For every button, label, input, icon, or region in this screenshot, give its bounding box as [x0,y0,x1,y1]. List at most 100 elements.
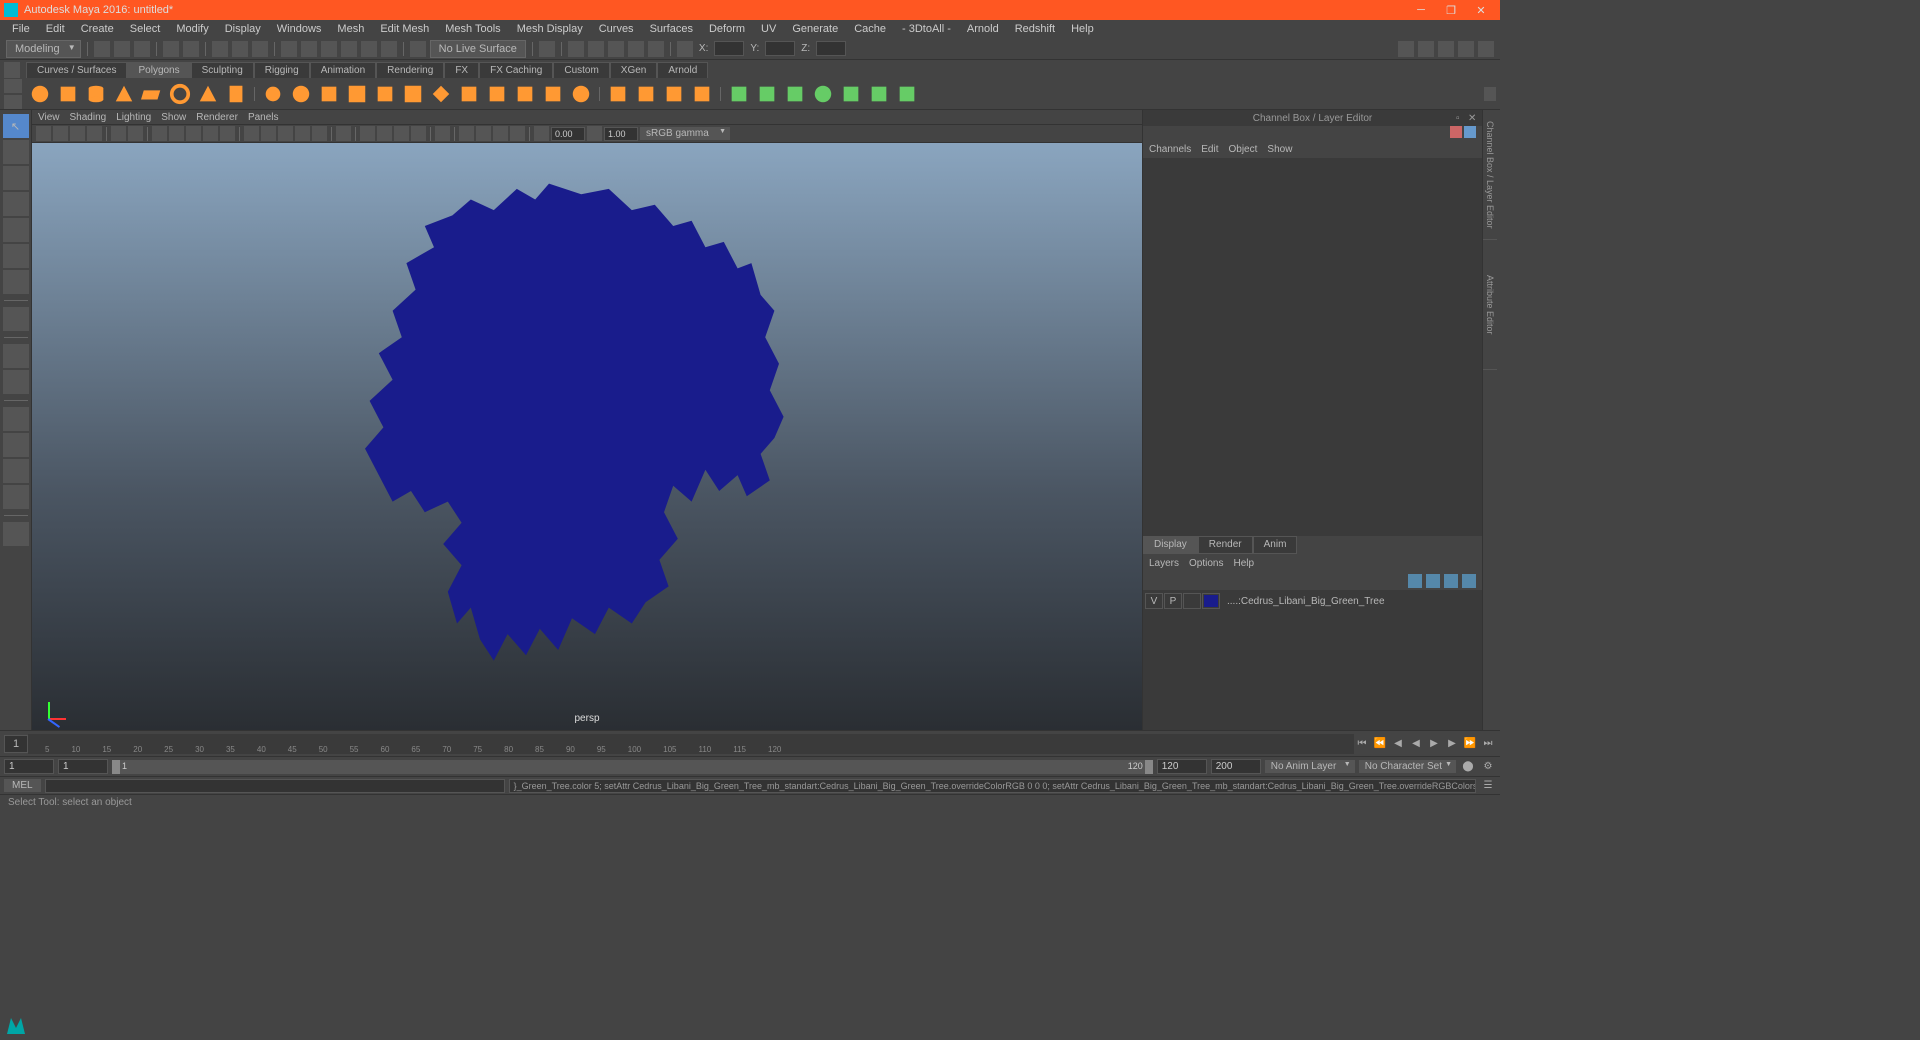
layout-two-v-icon[interactable] [3,433,29,457]
shadows-icon[interactable] [312,126,327,141]
range-track[interactable]: 1 120 [112,760,1153,774]
menu-edit[interactable]: Edit [40,21,71,37]
panel-menu-renderer[interactable]: Renderer [196,112,238,123]
tool-settings-icon[interactable] [1438,41,1454,57]
planar-icon[interactable] [755,82,779,106]
isolate-select-icon[interactable] [336,126,351,141]
step-forward-key-button[interactable]: ⏩ [1462,736,1478,752]
time-slider-track[interactable]: 5101520253035404550556065707580859095100… [28,734,1354,754]
anim-layer-dropdown[interactable]: No Anim Layer [1265,760,1355,773]
menu-generate[interactable]: Generate [786,21,844,37]
select-object-icon[interactable] [232,41,248,57]
live-surface-dropdown[interactable]: No Live Surface [430,40,526,58]
motion-blur-icon[interactable] [411,126,426,141]
menu-uv[interactable]: UV [755,21,782,37]
prism-icon[interactable] [196,82,220,106]
layout-two-h-icon[interactable] [3,407,29,431]
layer-displaytype-toggle[interactable] [1183,593,1201,609]
select-tool[interactable]: ↖ [3,114,29,138]
menu-help[interactable]: Help [1065,21,1100,37]
channel-menu-object[interactable]: Object [1229,144,1258,155]
image-plane-icon[interactable] [87,126,102,141]
prefs-icon[interactable]: ⚙ [1480,759,1496,775]
gate-mask-icon[interactable] [203,126,218,141]
layer-row[interactable]: V P ....:Cedrus_Libani_Big_Green_Tree [1145,592,1480,610]
shelf-tab-fx-caching[interactable]: FX Caching [479,62,553,78]
y-input[interactable] [765,41,795,56]
xray-icon[interactable] [360,126,375,141]
select-hierarchy-icon[interactable] [212,41,228,57]
snap-plane-icon[interactable] [341,41,357,57]
menu-arnold[interactable]: Arnold [961,21,1005,37]
panel-menu-shading[interactable]: Shading [70,112,107,123]
channel-color-2-icon[interactable] [1464,126,1476,138]
torus-icon[interactable] [168,82,192,106]
menu-surfaces[interactable]: Surfaces [644,21,699,37]
attribute-editor-icon[interactable] [1418,41,1434,57]
maximize-button[interactable]: ❐ [1436,0,1466,20]
shelf-tab-arnold[interactable]: Arnold [657,62,708,78]
hypershade-icon[interactable] [648,41,664,57]
bevel-icon[interactable] [513,82,537,106]
menu-windows[interactable]: Windows [271,21,328,37]
new-scene-icon[interactable] [94,41,110,57]
colorspace-dropdown[interactable]: sRGB gamma [640,127,730,140]
channel-color-1-icon[interactable] [1450,126,1462,138]
sidebar-tab-attribute[interactable]: Attribute Editor [1483,240,1497,370]
gamma-input[interactable] [604,127,638,141]
bookmark-icon[interactable] [70,126,85,141]
script-language-label[interactable]: MEL [4,779,41,792]
menu-file[interactable]: File [6,21,36,37]
spherical-icon[interactable] [811,82,835,106]
layer-name[interactable]: ....:Cedrus_Libani_Big_Green_Tree [1221,596,1385,607]
channel-menu-channels[interactable]: Channels [1149,144,1191,155]
soft-select-tool[interactable] [3,307,29,331]
wireframe-icon[interactable] [244,126,259,141]
cut-uv-icon[interactable] [895,82,919,106]
dof-icon[interactable] [394,126,409,141]
play-forward-button[interactable]: ▶ [1426,736,1442,752]
layer-visibility-toggle[interactable]: V [1145,593,1163,609]
menu-deform[interactable]: Deform [703,21,751,37]
film-gate-icon[interactable] [169,126,184,141]
contour-icon[interactable] [867,82,891,106]
2d-pan-icon[interactable] [111,126,126,141]
move-tool[interactable] [3,192,29,216]
redo-icon[interactable] [183,41,199,57]
snap-point-icon[interactable] [321,41,337,57]
menu--dtoall-[interactable]: - 3DtoAll - [896,21,957,37]
insert-edge-icon[interactable] [606,82,630,106]
panel-menu-panels[interactable]: Panels [248,112,279,123]
layer-color-swatch[interactable] [1202,593,1220,609]
menu-mesh[interactable]: Mesh [331,21,370,37]
select-camera-icon[interactable] [36,126,51,141]
multicut-icon[interactable] [634,82,658,106]
use-lights-icon[interactable] [295,126,310,141]
new-layer-icon[interactable] [1444,574,1458,588]
select-component-icon[interactable] [252,41,268,57]
snap-surface-icon[interactable] [361,41,377,57]
ui-toggle-icon[interactable] [1398,41,1414,57]
svg-icon[interactable] [373,82,397,106]
history-icon[interactable] [539,41,555,57]
new-layer-selected-icon[interactable] [1462,574,1476,588]
viewport[interactable]: persp [32,143,1142,730]
exposure-input[interactable] [551,127,585,141]
minimize-button[interactable]: ─ [1406,0,1436,20]
smooth-shade-icon[interactable] [261,126,276,141]
panel-menu-lighting[interactable]: Lighting [116,112,151,123]
panel-layout-icon[interactable] [677,41,693,57]
layout-four-icon[interactable] [3,370,29,394]
quad-draw-icon[interactable] [690,82,714,106]
shelf-tab-custom[interactable]: Custom [553,62,609,78]
layout-persp-graph-icon[interactable] [3,485,29,509]
go-start-button[interactable]: ⏮ [1354,736,1370,752]
render-view-icon[interactable] [628,41,644,57]
playback-end-input[interactable] [1157,759,1207,774]
plane-icon[interactable] [140,82,164,106]
shelf-tab-xgen[interactable]: XGen [610,62,658,78]
step-forward-button[interactable]: ▶ [1444,736,1460,752]
undo-icon[interactable] [163,41,179,57]
overlay-icon[interactable] [510,126,525,141]
shelf-tab-fx[interactable]: FX [444,62,479,78]
